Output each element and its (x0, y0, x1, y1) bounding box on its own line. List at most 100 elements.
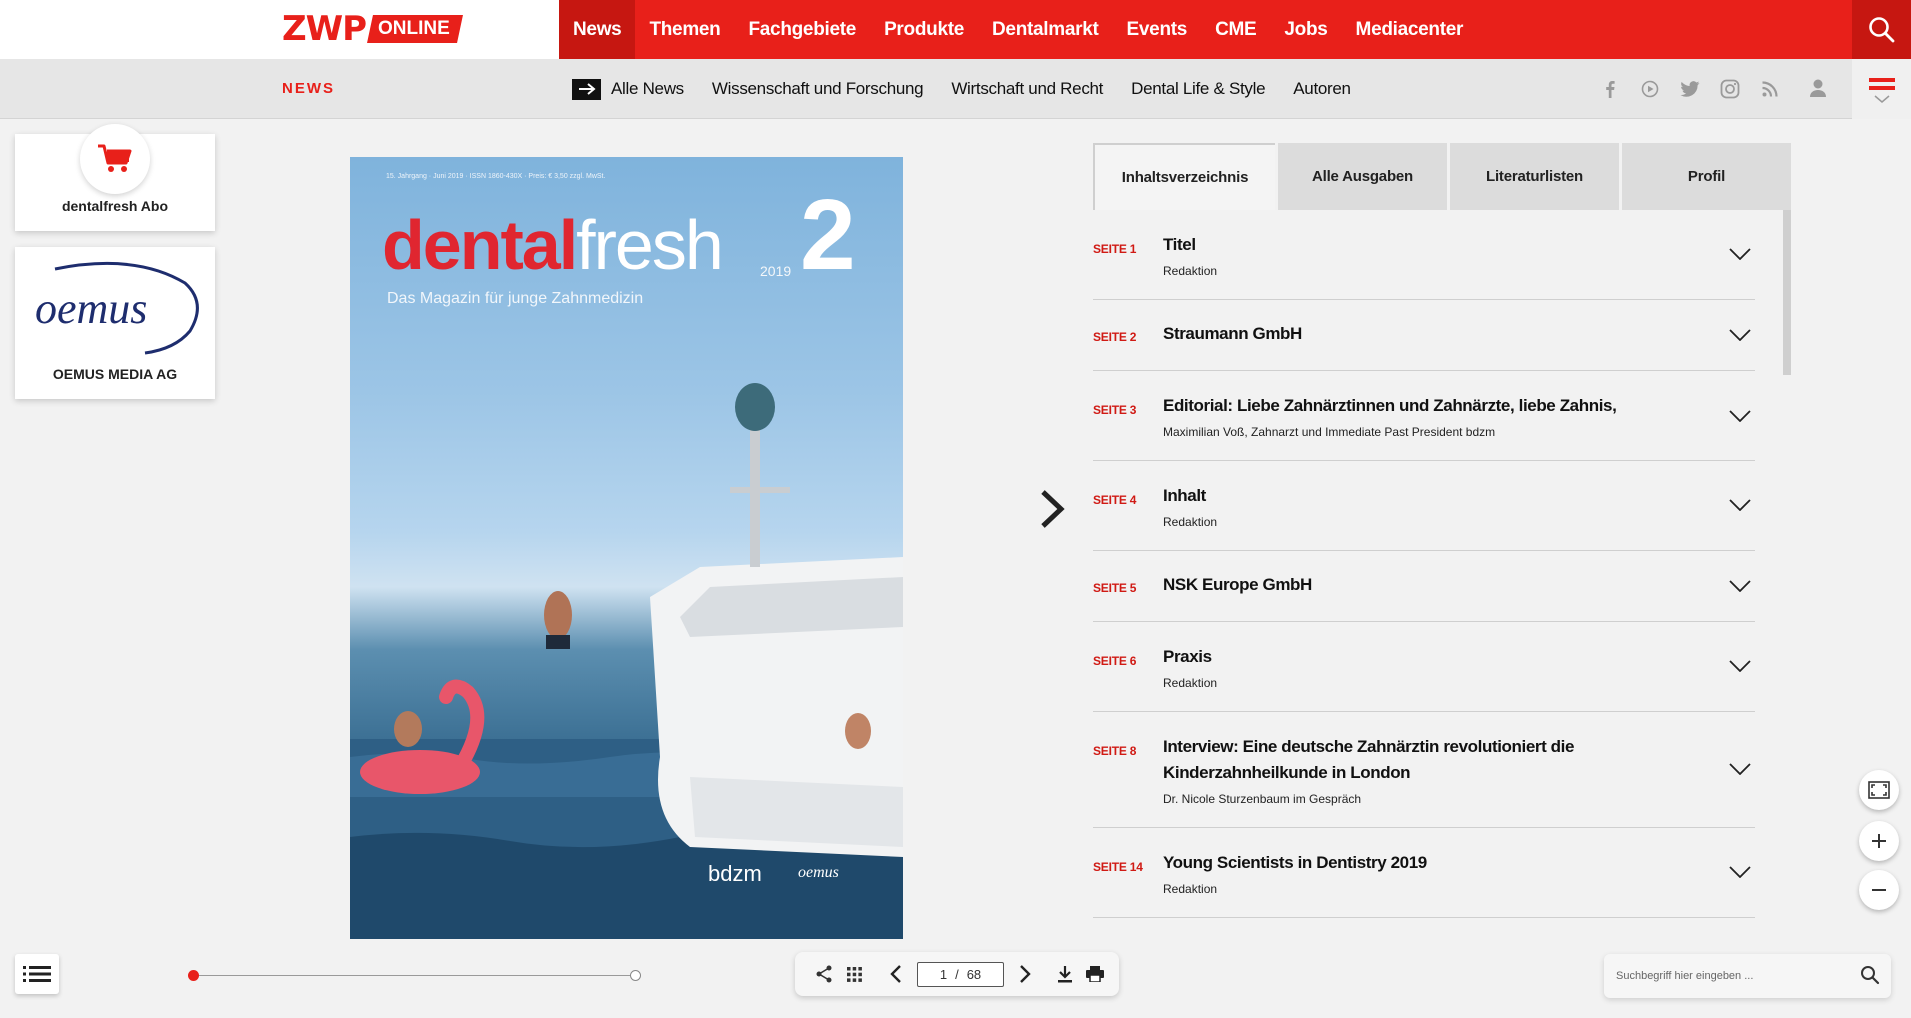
twitter-icon[interactable] (1670, 81, 1710, 97)
chevron-down-icon[interactable] (1729, 410, 1751, 422)
oemus-cover-logo: oemus (798, 864, 839, 881)
main-nav-news[interactable]: News (559, 0, 636, 59)
document-search (1604, 954, 1891, 998)
toc-title: NSK Europe GmbH (1163, 575, 1312, 594)
toc-item[interactable]: SEITE 2 Straumann GmbH (1093, 300, 1755, 371)
zoom-out-button[interactable] (1859, 870, 1899, 910)
cart-button[interactable] (80, 124, 150, 194)
toc-item[interactable]: SEITE 14 Young Scientists in Dentistry 2… (1093, 828, 1755, 918)
toc-page: SEITE 2 (1093, 330, 1137, 344)
page-slider-track[interactable] (193, 975, 635, 976)
main-nav-jobs[interactable]: Jobs (1270, 0, 1341, 59)
chevron-down-icon[interactable] (1729, 660, 1751, 672)
toc-title: Inhalt (1163, 486, 1206, 505)
cover-photo (350, 383, 903, 939)
toc-item[interactable]: SEITE 5 NSK Europe GmbH (1093, 551, 1755, 622)
subnav-dental-life[interactable]: Dental Life & Style (1131, 79, 1265, 99)
arrow-right-icon (572, 78, 601, 100)
search-icon (1868, 16, 1894, 42)
tab-literaturlisten[interactable]: Literaturlisten (1450, 143, 1619, 210)
section-label: NEWS (282, 80, 335, 97)
minus-icon (1872, 889, 1886, 891)
logo-area (0, 0, 559, 59)
prev-page-button[interactable] (881, 964, 911, 984)
toc-item[interactable]: SEITE 6 Praxis Redaktion (1093, 622, 1755, 712)
share-button[interactable] (809, 965, 839, 983)
current-page: 1 (939, 966, 948, 982)
youtube-icon[interactable] (1630, 80, 1670, 98)
subnav-wissenschaft[interactable]: Wissenschaft und Forschung (712, 79, 924, 99)
chevron-left-icon (890, 965, 901, 983)
toc-title: Praxis (1163, 647, 1212, 666)
subnav-autoren[interactable]: Autoren (1293, 79, 1351, 99)
grid-icon (846, 966, 862, 982)
chevron-down-icon[interactable] (1729, 866, 1751, 878)
toc-toggle-button[interactable] (15, 954, 59, 994)
tab-profil[interactable]: Profil (1622, 143, 1791, 210)
toc-title: Editorial: Liebe Zahnärztinnen und Zahnä… (1163, 396, 1617, 415)
toc-item[interactable]: SEITE 1 Titel Redaktion (1093, 210, 1755, 300)
oemus-card[interactable]: oemus OEMUS MEDIA AG (15, 247, 215, 399)
abo-card[interactable]: dentalfresh Abo (15, 124, 215, 231)
tab-alle-ausgaben[interactable]: Alle Ausgaben (1278, 143, 1447, 210)
page-separator: / (955, 966, 959, 982)
subnav-alle-news[interactable]: Alle News (572, 78, 684, 100)
zwp-logo[interactable]: ZWP ONLINE (282, 12, 463, 46)
zoom-in-button[interactable] (1859, 821, 1899, 861)
share-icon (816, 965, 832, 983)
rss-icon[interactable] (1750, 80, 1790, 98)
chevron-down-icon[interactable] (1729, 580, 1751, 592)
grid-view-button[interactable] (839, 966, 869, 982)
toc-subtitle: Redaktion (1163, 882, 1218, 896)
main-nav-cme[interactable]: CME (1201, 0, 1270, 59)
toc-item[interactable]: SEITE 4 Inhalt Redaktion (1093, 461, 1755, 551)
toc-subtitle: Redaktion (1163, 676, 1218, 690)
subnav-wirtschaft[interactable]: Wirtschaft und Recht (951, 79, 1103, 99)
bdzm-logo: bdzm (708, 861, 762, 886)
tab-inhaltsverzeichnis[interactable]: Inhaltsverzeichnis (1093, 143, 1275, 210)
download-button[interactable] (1050, 965, 1080, 983)
page-slider-handle[interactable] (188, 970, 199, 981)
next-page-arrow[interactable] (1038, 488, 1066, 535)
facebook-icon[interactable] (1590, 80, 1630, 98)
chevron-down-icon[interactable] (1729, 763, 1751, 775)
next-page-button[interactable] (1010, 964, 1040, 984)
fullscreen-button[interactable] (1859, 770, 1899, 810)
instagram-icon[interactable] (1710, 79, 1750, 99)
main-nav-events[interactable]: Events (1113, 0, 1202, 59)
search-icon[interactable] (1860, 965, 1880, 985)
cart-icon (98, 144, 132, 172)
menu-toggle-button[interactable] (1852, 59, 1911, 119)
toc-subtitle: Dr. Nicole Sturzenbaum im Gespräch (1163, 792, 1362, 806)
toc-subtitle: Maximilian Voß, Zahnarzt und Immediate P… (1163, 425, 1496, 439)
print-button[interactable] (1080, 966, 1110, 982)
logo-badge: ONLINE (367, 15, 463, 43)
top-search-button[interactable] (1852, 0, 1911, 59)
toc-title: Young Scientists in Dentistry 2019 (1163, 853, 1427, 872)
toc-subtitle: Redaktion (1163, 515, 1218, 529)
print-icon (1086, 966, 1104, 982)
main-nav-themen[interactable]: Themen (635, 0, 734, 59)
main-nav-fachgebiete[interactable]: Fachgebiete (734, 0, 870, 59)
fullscreen-icon (1868, 781, 1890, 799)
plus-icon (1872, 834, 1886, 848)
chevron-down-icon[interactable] (1729, 329, 1751, 341)
chevron-down-icon[interactable] (1729, 248, 1751, 260)
subnav-alle-news-label: Alle News (611, 79, 684, 98)
sub-nav: Alle News Wissenschaft und Forschung Wir… (572, 59, 1379, 119)
toc-scrollbar[interactable] (1783, 210, 1791, 375)
page-indicator[interactable]: 1 / 68 (917, 961, 1004, 987)
oemus-card-label: OEMUS MEDIA AG (52, 366, 178, 382)
toc-item[interactable]: SEITE 8 Interview: Eine deutsche Zahnärz… (1093, 712, 1755, 828)
main-nav-mediacenter[interactable]: Mediacenter (1342, 0, 1478, 59)
main-nav-dentalmarkt[interactable]: Dentalmarkt (978, 0, 1113, 59)
chevron-right-icon (1041, 490, 1065, 528)
main-nav-produkte[interactable]: Produkte (870, 0, 978, 59)
magazine-cover[interactable]: 15. Jahrgang · Juni 2019 · ISSN 1860-430… (350, 157, 903, 939)
toc-item[interactable]: SEITE 3 Editorial: Liebe Zahnärztinnen u… (1093, 371, 1755, 461)
chevron-down-icon[interactable] (1729, 499, 1751, 511)
oemus-logo-text: oemus (35, 284, 147, 333)
oemus-logo: oemus (35, 261, 199, 355)
document-search-input[interactable] (1616, 966, 1836, 986)
user-icon[interactable] (1808, 77, 1828, 104)
